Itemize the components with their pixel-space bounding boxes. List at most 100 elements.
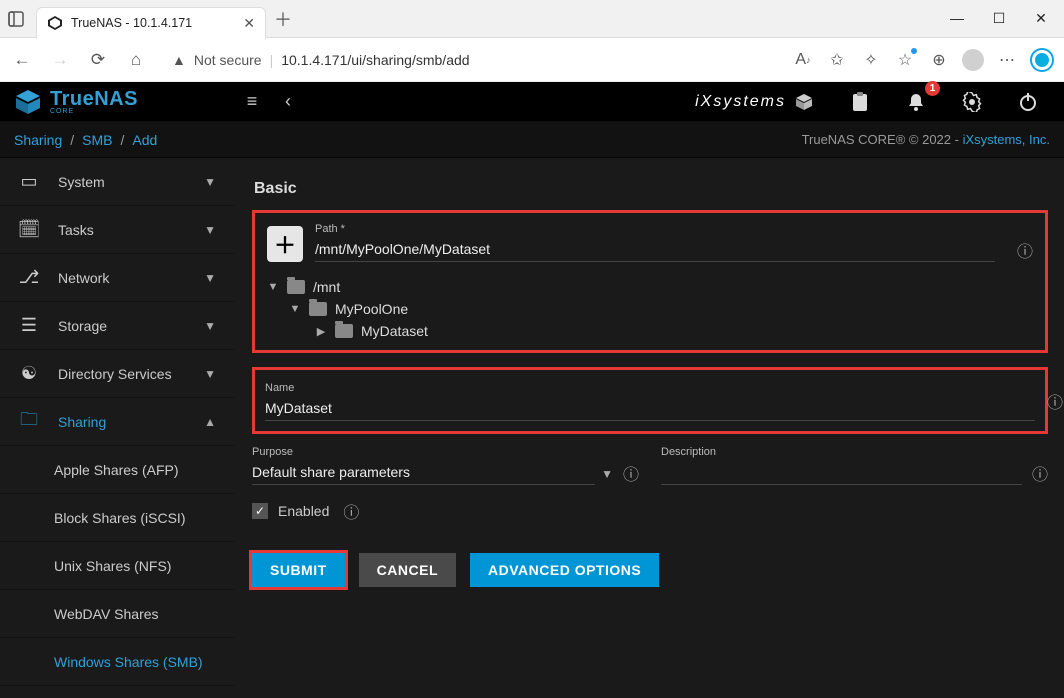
collapse-icon[interactable]: ▼: [267, 281, 279, 293]
more-icon[interactable]: ⋯: [996, 49, 1018, 71]
collapse-icon[interactable]: ▼: [289, 303, 301, 315]
favorites-bar-icon[interactable]: ☆: [894, 49, 916, 71]
button-row: SUBMIT CANCEL ADVANCED OPTIONS: [252, 553, 1048, 587]
sidebar-item-system[interactable]: ▭ System ▼: [0, 158, 234, 206]
sidebar-item-storage[interactable]: ☰ Storage ▼: [0, 302, 234, 350]
help-icon[interactable]: ⓘ: [1047, 389, 1063, 413]
home-icon[interactable]: ⌂: [124, 50, 148, 70]
cancel-button[interactable]: CANCEL: [359, 553, 456, 587]
tree-row[interactable]: ▶ MyDataset: [267, 320, 1033, 342]
logo-area[interactable]: TrueNAS CORE: [0, 88, 234, 115]
tree-row[interactable]: ▼ /mnt: [267, 276, 1033, 298]
ixsystems-link[interactable]: iXsystems, Inc.: [963, 132, 1050, 147]
path-section: ＋ Path * ⓘ ▼ /mnt ▼ MyPoolOne: [252, 210, 1048, 353]
breadcrumb: Sharing / SMB / Add: [14, 132, 157, 148]
security-label: Not secure: [194, 52, 262, 68]
favorite-icon[interactable]: ✩: [826, 49, 848, 71]
path-tree: ▼ /mnt ▼ MyPoolOne ▶ MyDataset: [267, 276, 1033, 342]
footer-copyright: TrueNAS CORE® © 2022 - iXsystems, Inc.: [802, 132, 1050, 147]
crumb-sep: /: [70, 132, 74, 148]
path-input[interactable]: [315, 237, 995, 262]
copyright-text: TrueNAS CORE® © 2022 -: [802, 132, 963, 147]
chevron-down-icon: ▼: [204, 367, 216, 381]
submit-button[interactable]: SUBMIT: [252, 553, 345, 587]
sidebar-item-directory[interactable]: ☯ Directory Services ▼: [0, 350, 234, 398]
power-icon[interactable]: [1010, 84, 1046, 120]
app-body: ▭ System ▼ 🗓 Tasks ▼ ⎇ Network ▼ ☰ Stora…: [0, 158, 1064, 698]
close-window-icon[interactable]: ✕: [1032, 10, 1050, 27]
sidebar-item-sharing[interactable]: 🗀 Sharing ▲: [0, 398, 234, 446]
enabled-row[interactable]: ✓ Enabled ⓘ: [252, 499, 1048, 523]
chevron-down-icon[interactable]: ▼: [601, 467, 613, 481]
network-icon: ⎇: [18, 267, 40, 288]
browser-tab[interactable]: TrueNAS - 10.1.4.171 ✕: [36, 7, 266, 39]
ix-logo[interactable]: iXsystems: [695, 93, 786, 111]
window-controls: — ☐ ✕: [934, 10, 1064, 27]
tree-label: /mnt: [313, 279, 340, 295]
breadcrumb-row: Sharing / SMB / Add TrueNAS CORE® © 2022…: [0, 122, 1064, 158]
forward-icon: →: [48, 50, 72, 70]
sidebar-item-network[interactable]: ⎇ Network ▼: [0, 254, 234, 302]
path-row: ＋ Path * ⓘ: [267, 223, 1033, 262]
description-label: Description: [661, 446, 1048, 458]
new-tab-button[interactable]: ＋: [274, 6, 292, 32]
description-input[interactable]: [661, 460, 1022, 485]
main-content: Basic ＋ Path * ⓘ ▼ /mnt ▼ MyP: [234, 158, 1064, 698]
back-chevron-icon[interactable]: ‹: [270, 84, 306, 120]
tab-overview-icon[interactable]: [0, 11, 32, 27]
menu-toggle-icon[interactable]: ≡: [234, 84, 270, 120]
tree-label: MyDataset: [361, 323, 428, 339]
sidebar-sub-smb[interactable]: Windows Shares (SMB): [0, 638, 234, 686]
close-tab-icon[interactable]: ✕: [243, 15, 255, 32]
clipboard-icon[interactable]: [842, 84, 878, 120]
refresh-icon[interactable]: ⟳: [86, 50, 110, 70]
sidebar-sub-webdav[interactable]: WebDAV Shares: [0, 590, 234, 638]
text-size-icon[interactable]: A♪: [792, 49, 814, 71]
sidebar-label: Tasks: [58, 222, 94, 238]
enabled-checkbox[interactable]: ✓: [252, 503, 268, 519]
gear-icon[interactable]: [954, 84, 990, 120]
purpose-select[interactable]: [252, 460, 595, 485]
name-input[interactable]: [265, 396, 1035, 421]
advanced-options-button[interactable]: ADVANCED OPTIONS: [470, 553, 659, 587]
cube-icon[interactable]: [786, 84, 822, 120]
maximize-icon[interactable]: ☐: [990, 10, 1008, 27]
crumb-sharing[interactable]: Sharing: [14, 132, 62, 148]
bing-icon[interactable]: [1030, 48, 1054, 72]
folder-icon: [335, 324, 353, 338]
sidebar-sub-iscsi[interactable]: Block Shares (iSCSI): [0, 494, 234, 542]
name-section: Name ⓘ: [252, 367, 1048, 434]
chevron-down-icon: ▼: [204, 175, 216, 189]
sidebar-sub-nfs[interactable]: Unix Shares (NFS): [0, 542, 234, 590]
logo-text: TrueNAS: [50, 88, 138, 110]
back-icon[interactable]: ←: [10, 50, 34, 70]
help-icon[interactable]: ⓘ: [343, 499, 359, 523]
collections-icon[interactable]: ⊕: [928, 49, 950, 71]
insecure-icon: ▲: [172, 52, 186, 68]
profile-avatar-icon[interactable]: [962, 49, 984, 71]
favicon-icon: [47, 15, 63, 31]
app-header: TrueNAS CORE ≡ ‹ iXsystems 1: [0, 82, 1064, 122]
sidebar-item-tasks[interactable]: 🗓 Tasks ▼: [0, 206, 234, 254]
minimize-icon[interactable]: —: [948, 10, 966, 27]
help-icon[interactable]: ⓘ: [1017, 238, 1033, 262]
folder-icon: 🗀: [18, 407, 40, 437]
chevron-down-icon: ▼: [204, 271, 216, 285]
path-field: Path *: [315, 223, 995, 262]
notifications-icon[interactable]: 1: [898, 84, 934, 120]
address-bar[interactable]: ▲ Not secure | 10.1.4.171/ui/sharing/smb…: [162, 52, 778, 68]
crumb-add[interactable]: Add: [132, 132, 157, 148]
browser-tab-title: TrueNAS - 10.1.4.171: [71, 16, 235, 30]
expand-icon[interactable]: ▶: [315, 325, 327, 338]
browser-tab-strip: TrueNAS - 10.1.4.171 ✕ ＋ — ☐ ✕: [0, 0, 1064, 38]
extensions-icon[interactable]: ✧: [860, 49, 882, 71]
enabled-label: Enabled: [278, 503, 329, 519]
tree-row[interactable]: ▼ MyPoolOne: [267, 298, 1033, 320]
help-icon[interactable]: ⓘ: [1032, 461, 1048, 485]
sidebar-label: Storage: [58, 318, 107, 334]
crumb-smb[interactable]: SMB: [82, 132, 112, 148]
sidebar-item-services[interactable]: ⚙ Services: [0, 686, 234, 698]
help-icon[interactable]: ⓘ: [623, 461, 639, 485]
add-folder-button[interactable]: ＋: [267, 226, 303, 262]
sidebar-sub-afp[interactable]: Apple Shares (AFP): [0, 446, 234, 494]
